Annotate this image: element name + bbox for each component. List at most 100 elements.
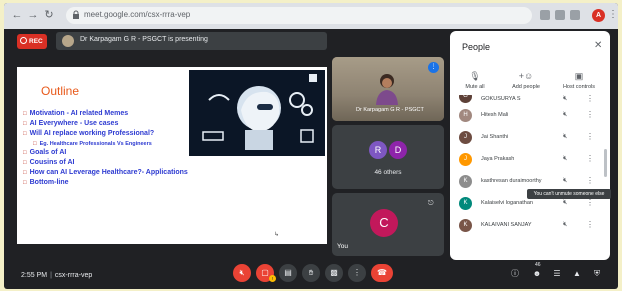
more-vert-icon: ⋮ (353, 268, 361, 277)
ai-robot-image (189, 70, 325, 156)
mic-off-icon[interactable]: 🔇︎ (563, 221, 567, 229)
host-controls-button[interactable]: ▣ Host controls (554, 71, 604, 90)
participant-name: kasthresan duraimoorthy (481, 178, 542, 184)
mic-off-icon[interactable]: 🔇︎ (563, 199, 567, 207)
participant-name: Dr Karpagam G R - PSGCT (356, 107, 424, 113)
mic-off-icon: 🔇︎ (239, 268, 245, 277)
people-icon[interactable]: ☻ (530, 267, 544, 281)
back-arrow-icon[interactable]: ← (10, 8, 24, 22)
forward-arrow-icon[interactable]: → (26, 8, 40, 22)
slide-bullet: Motivation - AI related Memes (23, 109, 188, 119)
meeting-details-icon[interactable]: ⓘ (508, 267, 522, 281)
present-button[interactable]: ▩ (325, 264, 343, 282)
camera-off-icon: ▢ (261, 268, 269, 277)
participant-name: Kalaiselvi loganathan (481, 200, 533, 206)
mic-off-icon[interactable]: 🔇︎ (563, 177, 567, 185)
participant-name: Hitesh Mali (481, 112, 509, 118)
people-panel: People ✕ 🎙︎ Mute all +☺ Add people ▣ Hos… (450, 31, 610, 260)
self-label: You (337, 243, 348, 250)
chat-icon[interactable]: ☰ (550, 267, 564, 281)
mic-off-icon[interactable]: 🔇︎ (563, 111, 567, 119)
mute-all-button[interactable]: 🎙︎ Mute all (450, 71, 500, 90)
mic-toggle-button[interactable]: 🔇︎ (233, 264, 251, 282)
slide-title: Outline (41, 84, 80, 98)
more-options-icon[interactable]: ⋮ (586, 198, 594, 207)
meeting-code[interactable]: csx-rrra-vep (55, 272, 92, 279)
more-options-icon[interactable]: ⋮ (586, 154, 594, 163)
more-options-button[interactable]: ⋮ (348, 264, 366, 282)
slide-sub-bullet: Eg. Healthcare Professionals Vs Engineer… (23, 140, 188, 148)
captions-icon: ▤ (284, 268, 292, 277)
presenting-text: Dr Karpagam G R - PSGCT is presenting (80, 36, 208, 43)
hand-icon: ✋︎ (308, 268, 314, 277)
address-bar[interactable]: meet.google.com/csx-rrra-vep (66, 7, 532, 24)
others-tile[interactable]: R D 46 others (332, 125, 444, 189)
clock-time: 2:55 PM (21, 272, 48, 279)
self-avatar: C (370, 209, 398, 237)
close-icon[interactable]: ✕ (594, 40, 602, 51)
participant-row[interactable]: K KALAIVANI SANJAY 🔇︎ ⋮ (450, 215, 602, 237)
present-screen-icon: ▩ (330, 268, 338, 277)
phone-hangup-icon: ☎︎ (377, 268, 387, 277)
profile-avatar[interactable]: A (592, 9, 605, 22)
presenter-avatar (62, 35, 74, 47)
avatar: K (459, 219, 472, 232)
avatar: D (389, 141, 407, 159)
browser-toolbar: ← → ↻ meet.google.com/csx-rrra-vep A ⋮ (4, 3, 618, 29)
add-people-button[interactable]: +☺ Add people (501, 71, 551, 90)
tooltip: You can't unmute someone else (527, 189, 611, 199)
person-image (376, 74, 398, 105)
extension-icon[interactable] (540, 10, 550, 20)
slide-bullet: AI Everywhere - Use cases (23, 119, 188, 129)
mic-off-icon[interactable]: 🔇︎ (563, 155, 567, 163)
slide-bullet: Cousins of AI (23, 158, 188, 168)
participant-name: Jai Shanthi (481, 134, 509, 140)
more-options-icon[interactable]: ⋮ (586, 95, 594, 103)
record-icon (20, 37, 27, 44)
panel-scrollbar[interactable] (604, 149, 607, 177)
recording-badge: REC (17, 34, 47, 49)
leave-call-button[interactable]: ☎︎ (371, 264, 393, 282)
more-options-icon[interactable]: ⋮ (586, 132, 594, 141)
avatar: G (459, 95, 472, 103)
reload-icon[interactable]: ↻ (42, 8, 56, 22)
camera-toggle-button[interactable]: ▢! (256, 264, 276, 282)
participant-row[interactable]: J Jaya Prakash 🔇︎ ⋮ (450, 149, 602, 171)
self-video-tile[interactable]: ⎋ C You (332, 193, 444, 256)
presenting-banner: Dr Karpagam G R - PSGCT is presenting (56, 32, 327, 50)
speaking-indicator-icon: ⋮ (428, 62, 439, 73)
participant-name: GOKUSURYA S (481, 96, 521, 102)
slide-bullet-list: Motivation - AI related Memes AI Everywh… (23, 109, 188, 188)
avatar: K (459, 197, 472, 210)
host-controls-icon[interactable]: ⛨ (590, 267, 604, 281)
more-options-icon[interactable]: ⋮ (586, 110, 594, 119)
participant-row[interactable]: G GOKUSURYA S 🔇︎ ⋮ (450, 95, 602, 105)
browser-menu-icon[interactable]: ⋮ (608, 9, 618, 20)
slide-bullet: Goals of AI (23, 148, 188, 158)
avatar: R (369, 141, 387, 159)
participant-row[interactable]: J Jai Shanthi 🔇︎ ⋮ (450, 127, 602, 149)
bookmark-star-icon[interactable] (570, 10, 580, 20)
extension-icon[interactable] (555, 10, 565, 20)
raise-hand-button[interactable]: ✋︎ (302, 264, 320, 282)
participant-name: KALAIVANI SANJAY (481, 222, 532, 228)
avatar: H (459, 109, 472, 122)
host-controls-icon: ▣ (574, 71, 584, 81)
activities-icon[interactable]: ▲ (570, 267, 584, 281)
mic-off-icon: ⎋ (428, 200, 434, 207)
shared-slide: Outline Motivation - AI related Memes AI… (17, 67, 327, 244)
mic-off-icon[interactable]: 🔇︎ (563, 95, 567, 103)
meeting-info: 2:55 PM | csx-rrra-vep (21, 272, 93, 279)
more-options-icon[interactable]: ⋮ (586, 176, 594, 185)
slide-bullet: Bottom-line (23, 178, 188, 188)
captions-button[interactable]: ▤ (279, 264, 297, 282)
participant-row[interactable]: H Hitesh Mali 🔇︎ ⋮ (450, 105, 602, 127)
mic-off-icon[interactable]: 🔇︎ (563, 133, 567, 141)
mic-off-icon: 🎙︎ (469, 71, 481, 81)
speaker-video-tile[interactable]: ⋮ Dr Karpagam G R - PSGCT (332, 57, 444, 121)
mouse-cursor-icon: ↳ (274, 232, 280, 238)
warning-badge: ! (269, 275, 276, 282)
others-count-label: 46 others (374, 169, 402, 176)
url-text: meet.google.com/csx-rrra-vep (84, 10, 191, 19)
more-options-icon[interactable]: ⋮ (586, 220, 594, 229)
